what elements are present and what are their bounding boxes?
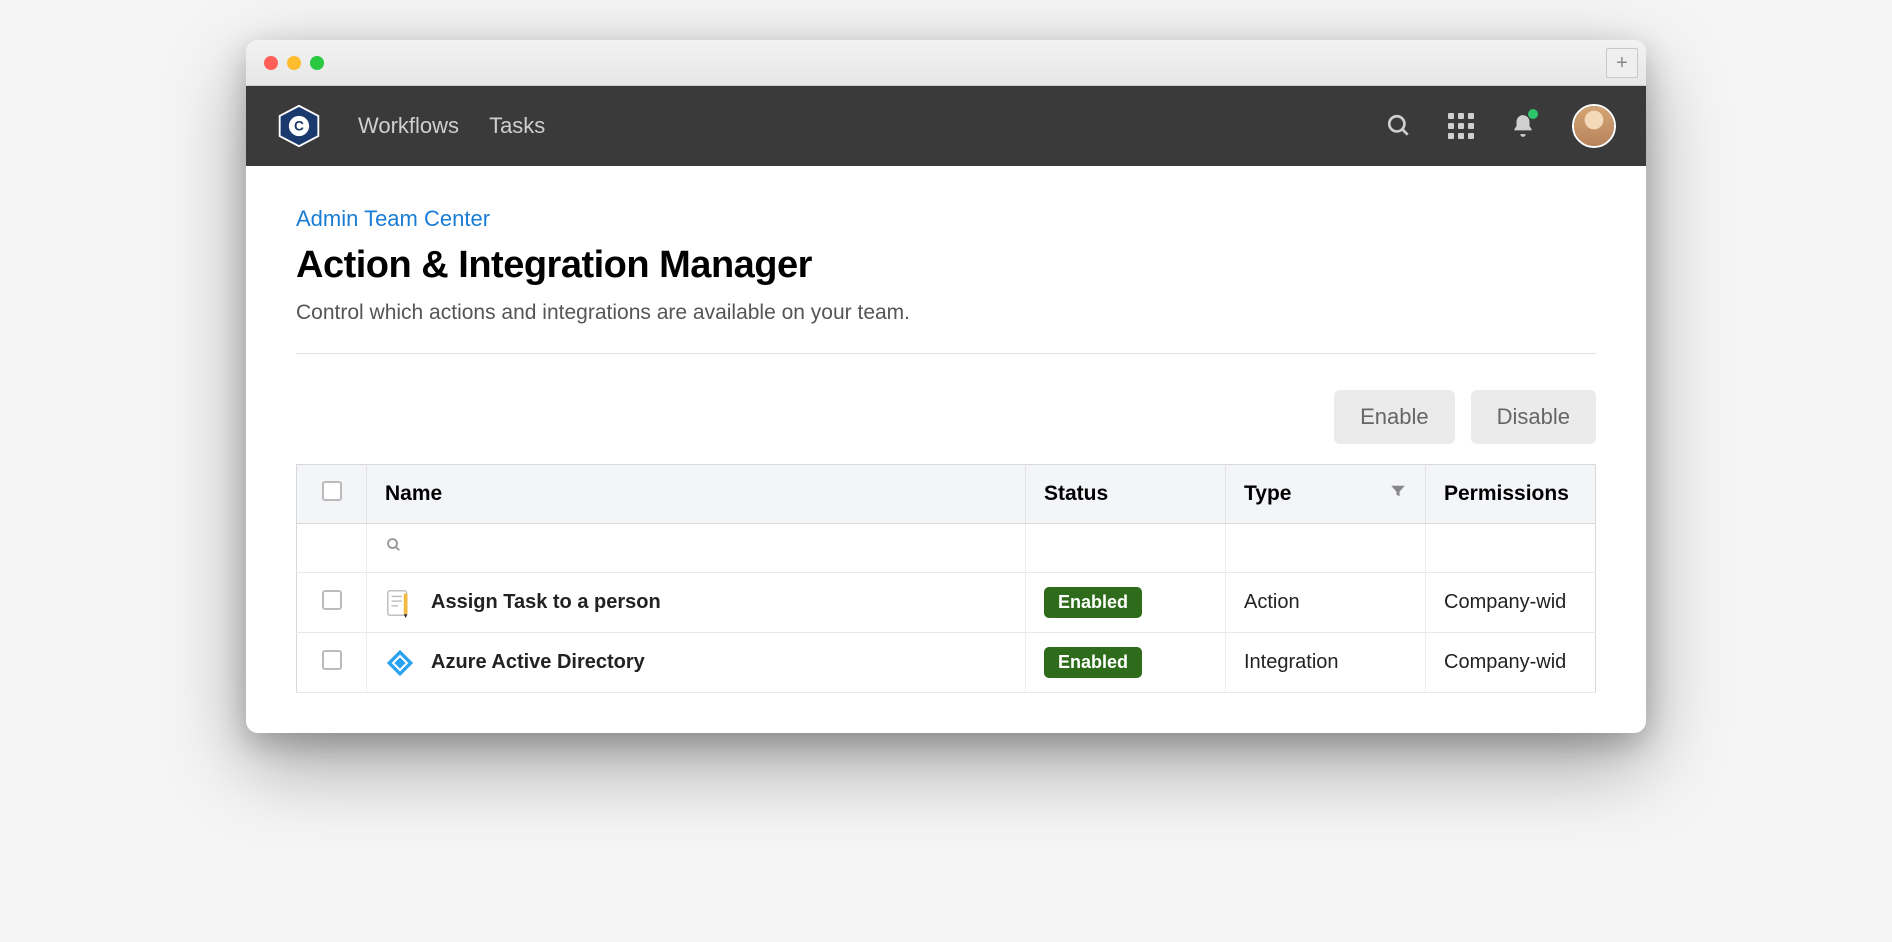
divider [296, 353, 1596, 354]
select-all-checkbox[interactable] [322, 481, 342, 501]
nav-workflows[interactable]: Workflows [358, 113, 459, 139]
window-titlebar: + [246, 40, 1646, 86]
row-name: Assign Task to a person [431, 591, 661, 614]
bulk-actions: Enable Disable [296, 390, 1596, 444]
row-name: Azure Active Directory [431, 651, 645, 674]
filter-icon[interactable] [1389, 482, 1407, 506]
app-logo-icon[interactable]: C [276, 103, 322, 149]
nav-links: Workflows Tasks [358, 113, 545, 139]
task-icon [385, 588, 415, 618]
table-row[interactable]: Assign Task to a person Enabled Action C… [297, 573, 1596, 633]
row-type: Action [1226, 573, 1426, 633]
integrations-table: Name Status Type Permissions [296, 464, 1596, 693]
enable-button[interactable]: Enable [1334, 390, 1455, 444]
app-window: + C Workflows Tasks Admin Team Center Ac [246, 40, 1646, 733]
status-badge: Enabled [1044, 647, 1142, 678]
new-tab-button[interactable]: + [1606, 48, 1638, 78]
breadcrumb[interactable]: Admin Team Center [296, 206, 1596, 232]
table-row[interactable]: Azure Active Directory Enabled Integrati… [297, 633, 1596, 693]
row-permissions: Company-wid [1426, 633, 1596, 693]
column-permissions[interactable]: Permissions [1426, 465, 1596, 524]
azure-icon [385, 648, 415, 678]
status-badge: Enabled [1044, 587, 1142, 618]
notification-badge [1528, 109, 1538, 119]
search-row [297, 524, 1596, 573]
column-checkbox [297, 465, 367, 524]
column-status[interactable]: Status [1026, 465, 1226, 524]
nav-tasks[interactable]: Tasks [489, 113, 545, 139]
notifications-icon[interactable] [1510, 113, 1536, 139]
page-subtitle: Control which actions and integrations a… [296, 301, 1596, 325]
page-content: Admin Team Center Action & Integration M… [246, 166, 1646, 733]
nav-icons [1386, 104, 1616, 148]
maximize-window-icon[interactable] [310, 56, 324, 70]
search-icon[interactable] [1386, 113, 1412, 139]
apps-grid-icon[interactable] [1448, 113, 1474, 139]
close-window-icon[interactable] [264, 56, 278, 70]
minimize-window-icon[interactable] [287, 56, 301, 70]
svg-text:C: C [294, 119, 304, 134]
page-title: Action & Integration Manager [296, 244, 1596, 287]
disable-button[interactable]: Disable [1471, 390, 1596, 444]
row-checkbox[interactable] [322, 650, 342, 670]
window-controls [264, 56, 324, 70]
column-type-label: Type [1244, 482, 1291, 506]
top-navbar: C Workflows Tasks [246, 86, 1646, 166]
user-avatar[interactable] [1572, 104, 1616, 148]
name-search-icon[interactable] [385, 537, 403, 559]
row-type: Integration [1226, 633, 1426, 693]
column-name[interactable]: Name [367, 465, 1026, 524]
column-type[interactable]: Type [1226, 465, 1426, 524]
row-permissions: Company-wid [1426, 573, 1596, 633]
row-checkbox[interactable] [322, 590, 342, 610]
